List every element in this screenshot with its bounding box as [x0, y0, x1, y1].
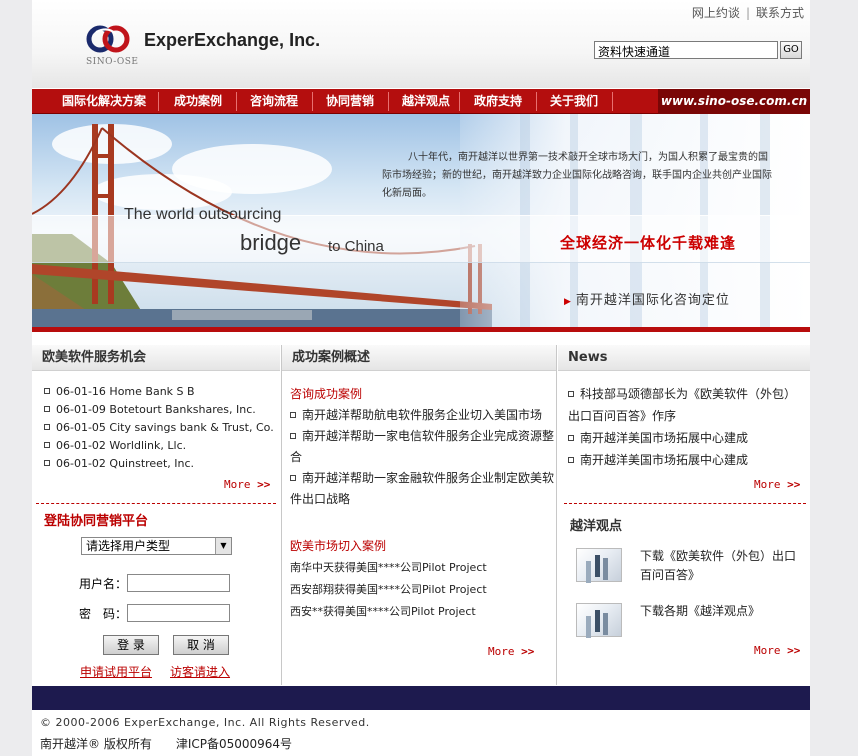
- banner-sub-slogan[interactable]: ▶ 南开越洋国际化咨询定位: [564, 289, 730, 308]
- dashed-divider: [36, 503, 276, 504]
- list-item[interactable]: 06-01-02 Quinstreet, Inc.: [44, 455, 274, 473]
- nav-item-cases[interactable]: 成功案例: [160, 89, 236, 114]
- more-link-news[interactable]: More >>: [754, 478, 800, 491]
- list-item[interactable]: 南开越洋美国市场拓展中心建成: [568, 449, 804, 471]
- download-views-link[interactable]: 下载各期《越洋观点》: [640, 602, 802, 621]
- password-label: 密 码：: [79, 607, 128, 621]
- market-cases-title: 欧美市场切入案例: [290, 539, 387, 553]
- banner-english-to-china: to China: [328, 238, 384, 255]
- opportunity-list: 06-01-16 Home Bank S B 06-01-09 Botetour…: [44, 383, 274, 473]
- list-item[interactable]: 南开越洋帮助航电软件服务企业切入美国市场: [290, 405, 554, 426]
- list-item[interactable]: 06-01-09 Botetourt Bankshares, Inc.: [44, 401, 274, 419]
- user-type-select[interactable]: 请选择用户类型 ▼: [81, 537, 232, 555]
- bullet-icon: [44, 460, 50, 466]
- list-item[interactable]: 南华中天获得美国****公司Pilot Project: [290, 557, 554, 579]
- nav-item-process[interactable]: 咨询流程: [236, 89, 312, 114]
- bullet-icon: [44, 406, 50, 412]
- document-thumbnail-icon[interactable]: [576, 603, 622, 637]
- left-margin: [0, 0, 32, 756]
- list-item[interactable]: 06-01-05 City savings bank & Trust, Co.: [44, 419, 274, 437]
- login-title: 登陆协同营销平台: [44, 514, 149, 529]
- nav-item-about[interactable]: 关于我们: [536, 89, 612, 114]
- logo-subtext: SINO-OSE: [86, 57, 139, 67]
- copyright-text: © 2000-2006 ExperExchange, Inc. All Righ…: [40, 716, 370, 729]
- download-faq-link[interactable]: 下载《欧美软件（外包）出口百问百答》: [640, 547, 802, 585]
- header: SINO-OSE ExperExchange, Inc. 网上约谈 | 联系方式 资…: [32, 0, 810, 88]
- list-item[interactable]: 南开越洋帮助一家金融软件服务企业制定欧美软件出口战略: [290, 468, 554, 510]
- consult-cases-title: 咨询成功案例: [290, 387, 363, 401]
- logo-icon[interactable]: [86, 22, 132, 56]
- site-url: www.sino-ose.com.cn: [658, 89, 810, 114]
- column-news: News 科技部马颂德部长为《欧美软件（外包）出口百问百答》作序 南开越洋美国市…: [558, 345, 810, 685]
- banner-english-bridge: bridge: [240, 230, 302, 255]
- bullet-icon: [568, 456, 574, 463]
- column-opportunities: 欧美软件服务机会 06-01-16 Home Bank S B 06-01-09…: [32, 345, 280, 685]
- company-name[interactable]: ExperExchange, Inc.: [144, 30, 320, 51]
- dashed-divider: [564, 503, 806, 504]
- arrow-icon: ▶: [564, 297, 572, 307]
- nav-item-gov-support[interactable]: 政府支持: [460, 89, 536, 114]
- banner-slogan: 全球经济一体化千载难逢: [560, 234, 737, 252]
- bullet-icon: [44, 424, 50, 430]
- cancel-button[interactable]: 取 消: [173, 635, 229, 655]
- hero-banner: 八十年代，南开越洋以世界第一技术敲开全球市场大门，为国人积累了最宝贵的国际市场经…: [32, 114, 810, 328]
- username-label: 用户名：: [79, 577, 128, 591]
- bullet-icon: [568, 434, 574, 441]
- list-item[interactable]: 南开越洋美国市场拓展中心建成: [568, 427, 804, 449]
- main-nav: 国际化解决方案 成功案例 咨询流程 协同营销 越洋观点 政府支持 关于我们 ww…: [32, 89, 810, 114]
- document-thumbnail-icon[interactable]: [576, 548, 622, 582]
- nav-item-marketing[interactable]: 协同营销: [312, 89, 388, 114]
- footer-owner: 南开越洋® 版权所有 津ICP备05000964号: [40, 735, 292, 752]
- column-cases: 成功案例概述 咨询成功案例 南开越洋帮助航电软件服务企业切入美国市场 南开越洋帮…: [281, 345, 557, 685]
- top-links: 网上约谈 | 联系方式: [691, 6, 804, 20]
- banner-english-line: The world outsourcing: [124, 206, 282, 223]
- page: SINO-OSE ExperExchange, Inc. 网上约谈 | 联系方式 资…: [32, 0, 810, 756]
- section-title-news: News: [558, 345, 810, 371]
- more-link-cases[interactable]: More >>: [488, 645, 534, 658]
- more-link-opportunities[interactable]: More >>: [224, 478, 270, 491]
- search-go-button[interactable]: GO: [780, 41, 802, 59]
- owner-text: 南开越洋® 版权所有: [40, 737, 152, 751]
- top-link-contact[interactable]: 联系方式: [756, 6, 804, 20]
- bullet-icon: [290, 474, 296, 481]
- bullet-icon: [290, 411, 296, 418]
- search-input[interactable]: 资料快速通道: [594, 41, 778, 59]
- list-item[interactable]: 南开越洋帮助一家电信软件服务企业完成资源整合: [290, 426, 554, 468]
- footer-band: [32, 686, 810, 710]
- chevron-down-icon: ▼: [215, 538, 231, 554]
- list-item[interactable]: 科技部马颂德部长为《欧美软件（外包）出口百问百答》作序: [568, 383, 804, 427]
- bullet-icon: [44, 442, 50, 448]
- apply-trial-link[interactable]: 申请试用平台: [80, 663, 152, 680]
- more-link-views[interactable]: More >>: [754, 644, 800, 657]
- list-item[interactable]: 西安**获得美国****公司Pilot Project: [290, 601, 554, 623]
- bullet-icon: [44, 388, 50, 394]
- banner-divider: [32, 327, 810, 332]
- section-title-opportunities: 欧美软件服务机会: [32, 345, 280, 371]
- nav-item-views[interactable]: 越洋观点: [388, 89, 464, 114]
- bullet-icon: [568, 390, 574, 397]
- nav-item-solutions[interactable]: 国际化解决方案: [44, 89, 164, 114]
- views-title: 越洋观点: [570, 519, 623, 534]
- news-list: 科技部马颂德部长为《欧美软件（外包）出口百问百答》作序 南开越洋美国市场拓展中心…: [568, 383, 804, 471]
- bullet-icon: [290, 432, 296, 439]
- section-title-cases: 成功案例概述: [282, 345, 556, 371]
- icp-text[interactable]: 津ICP备05000964号: [176, 737, 292, 751]
- top-link-appointment[interactable]: 网上约谈: [692, 6, 740, 20]
- password-input[interactable]: [127, 604, 230, 622]
- consult-case-list: 南开越洋帮助航电软件服务企业切入美国市场 南开越洋帮助一家电信软件服务企业完成资…: [290, 405, 554, 510]
- market-case-list: 南华中天获得美国****公司Pilot Project 西安部翔获得美国****…: [290, 557, 554, 623]
- right-margin: [810, 0, 858, 756]
- banner-sub-slogan-text: 南开越洋国际化咨询定位: [575, 293, 730, 308]
- username-input[interactable]: [127, 574, 230, 592]
- list-item[interactable]: 06-01-02 Worldlink, Llc.: [44, 437, 274, 455]
- guest-entry-link[interactable]: 访客请进入: [170, 663, 230, 680]
- login-button[interactable]: 登 录: [103, 635, 159, 655]
- list-item[interactable]: 西安部翔获得美国****公司Pilot Project: [290, 579, 554, 601]
- banner-paragraph: 八十年代，南开越洋以世界第一技术敲开全球市场大门，为国人积累了最宝贵的国际市场经…: [382, 152, 772, 199]
- list-item[interactable]: 06-01-16 Home Bank S B: [44, 383, 274, 401]
